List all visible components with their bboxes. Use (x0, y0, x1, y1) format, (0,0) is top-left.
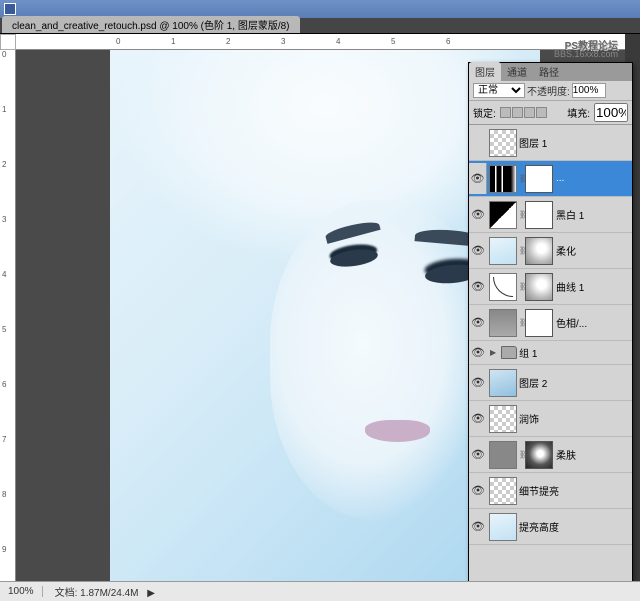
layer-name[interactable]: 图层 1 (519, 135, 632, 150)
lock-all-icon[interactable] (536, 107, 547, 118)
lock-position-icon[interactable] (524, 107, 535, 118)
opacity-label: 不透明度: (527, 83, 570, 98)
layer-row[interactable]: 👁⛓柔化 (469, 233, 632, 269)
layer-name[interactable]: 图层 2 (519, 375, 632, 390)
lock-label: 锁定: (473, 105, 496, 120)
visibility-toggle-icon[interactable]: 👁 (469, 163, 487, 194)
layer-thumbnail[interactable] (489, 477, 517, 505)
layer-thumbnail[interactable] (489, 273, 517, 301)
layer-thumbnail[interactable] (489, 369, 517, 397)
layer-row[interactable]: 👁▶ 组 1 (469, 341, 632, 365)
visibility-toggle-icon[interactable]: 👁 (469, 520, 487, 533)
folder-icon (501, 346, 517, 359)
panel-blend-row: 正常 不透明度: (469, 81, 632, 101)
layer-name[interactable]: 柔化 (556, 243, 632, 258)
document-size: 文档: 1.87M/24.4M ▶ (43, 584, 167, 599)
layer-row[interactable]: 👁 提亮高度 (469, 509, 632, 545)
layer-row[interactable]: 👁 细节提亮 (469, 473, 632, 509)
visibility-toggle-icon[interactable]: 👁 (469, 448, 487, 461)
layer-row[interactable]: 👁⛓黑白 1 (469, 197, 632, 233)
layer-mask-thumbnail[interactable] (525, 237, 553, 265)
visibility-toggle-icon[interactable]: 👁 (469, 208, 487, 221)
panel-tab-strip: 图层 通道 路径 (469, 63, 632, 81)
visibility-toggle-icon[interactable]: 👁 (469, 244, 487, 257)
layer-name[interactable]: 曲线 1 (556, 279, 632, 294)
layer-name[interactable]: 细节提亮 (519, 483, 632, 498)
panel-lock-row: 锁定: 填充: (469, 101, 632, 125)
layer-row[interactable]: 👁 图层 2 (469, 365, 632, 401)
ruler-horizontal[interactable]: 0 1 2 3 4 5 6 (16, 34, 625, 50)
layer-thumbnail[interactable] (489, 309, 517, 337)
lock-pixels-icon[interactable] (512, 107, 523, 118)
layer-name[interactable]: 提亮高度 (519, 519, 632, 534)
image-content (270, 200, 500, 520)
ruler-origin[interactable] (0, 34, 16, 50)
layer-name[interactable]: 柔肤 (556, 447, 632, 462)
layer-mask-thumbnail[interactable] (525, 201, 553, 229)
visibility-toggle-icon[interactable]: 👁 (469, 280, 487, 293)
fill-input[interactable] (594, 103, 628, 122)
layer-row[interactable]: 👁 润饰 (469, 401, 632, 437)
document-tab[interactable]: clean_and_creative_retouch.psd @ 100% (色… (2, 16, 300, 33)
tab-layers[interactable]: 图层 (469, 62, 501, 81)
layer-row[interactable]: 👁⛓曲线 1 (469, 269, 632, 305)
layer-mask-thumbnail[interactable] (525, 309, 553, 337)
lock-transparent-icon[interactable] (500, 107, 511, 118)
app-icon (4, 3, 16, 15)
expand-arrow-icon[interactable]: ▶ (490, 348, 496, 357)
layer-name[interactable]: 色相/... (556, 315, 632, 330)
layer-mask-thumbnail[interactable] (525, 273, 553, 301)
layer-thumbnail[interactable] (489, 237, 517, 265)
layer-thumbnail[interactable] (489, 441, 517, 469)
layer-mask-thumbnail[interactable] (525, 165, 553, 193)
layer-row[interactable]: 👁⛓柔肤 (469, 437, 632, 473)
tab-paths[interactable]: 路径 (533, 62, 565, 81)
fill-label: 填充: (567, 105, 590, 120)
watermark-text2: BBS.16xx8.com (554, 49, 618, 59)
visibility-toggle-icon[interactable]: 👁 (469, 316, 487, 329)
status-bar: 100% 文档: 1.87M/24.4M ▶ (0, 581, 640, 601)
visibility-toggle-icon[interactable]: 👁 (469, 136, 487, 149)
layer-thumbnail[interactable] (489, 201, 517, 229)
layer-name[interactable]: 润饰 (519, 411, 632, 426)
layer-thumbnail[interactable] (489, 513, 517, 541)
layer-row[interactable]: 👁⛓色相/... (469, 305, 632, 341)
layer-thumbnail[interactable] (489, 165, 517, 193)
zoom-level[interactable]: 100% (0, 586, 43, 597)
app-window: clean_and_creative_retouch.psd @ 100% (色… (0, 0, 640, 601)
layer-name[interactable]: ... (556, 173, 632, 184)
layer-thumbnail[interactable] (489, 129, 517, 157)
layer-row[interactable]: 👁 图层 1 (469, 125, 632, 161)
blend-mode-select[interactable]: 正常 (473, 83, 525, 98)
opacity-input[interactable] (572, 83, 606, 98)
document-tab-bar: clean_and_creative_retouch.psd @ 100% (色… (0, 18, 640, 34)
layer-name[interactable]: 组 1 (519, 345, 632, 360)
layer-mask-thumbnail[interactable] (525, 441, 553, 469)
layer-thumbnail[interactable] (489, 405, 517, 433)
visibility-toggle-icon[interactable]: 👁 (469, 484, 487, 497)
layer-row[interactable]: 👁⛓... (469, 161, 632, 197)
ruler-vertical[interactable]: 0 1 2 3 4 5 6 7 8 9 (0, 50, 16, 581)
layers-panel: 图层 通道 路径 正常 不透明度: 锁定: 填充: 👁 图层 1 👁⛓...👁⛓黑白… (468, 62, 633, 585)
visibility-toggle-icon[interactable]: 👁 (469, 346, 487, 359)
visibility-toggle-icon[interactable]: 👁 (469, 412, 487, 425)
visibility-toggle-icon[interactable]: 👁 (469, 376, 487, 389)
tab-channels[interactable]: 通道 (501, 62, 533, 81)
layers-list[interactable]: 👁图层 1👁⛓...👁⛓黑白 1👁⛓柔化👁⛓曲线 1👁⛓色相/...👁▶组 1👁… (469, 125, 632, 584)
layer-name[interactable]: 黑白 1 (556, 207, 632, 222)
